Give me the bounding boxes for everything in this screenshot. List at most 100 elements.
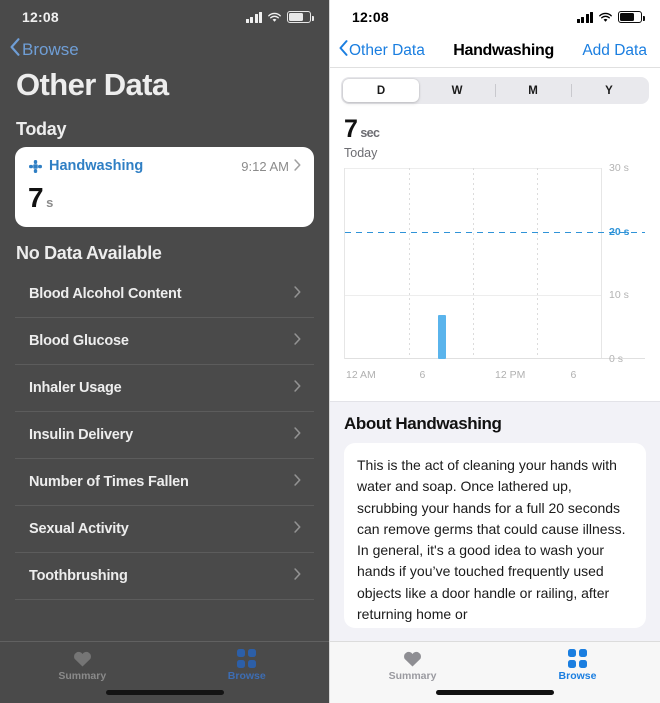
segment-day[interactable]: D [343, 79, 419, 102]
tab-summary-label: Summary [58, 670, 107, 682]
stat-value-number: 7 [344, 115, 358, 143]
chart-bar [438, 314, 447, 359]
card-meta: 9:12 AM [241, 159, 301, 174]
card-title: Handwashing [28, 158, 143, 174]
status-time: 12:08 [352, 9, 389, 25]
gridline-6am [409, 168, 410, 359]
x-tick-6pm: 6 [570, 369, 577, 381]
card-value: 7s [28, 182, 301, 214]
add-data-button[interactable]: Add Data [582, 42, 647, 60]
battery-icon [618, 11, 645, 23]
right-phone-screen: 12:08 Other Data Handwashing Add Data D [330, 0, 660, 703]
chevron-right-icon [294, 473, 301, 491]
stat-value: 7 sec [344, 115, 646, 144]
chevron-right-icon [294, 520, 301, 538]
status-time: 12:08 [22, 9, 59, 25]
grid-icon [237, 649, 257, 668]
tab-browse[interactable]: Browse [495, 649, 660, 682]
status-bar: 12:08 [330, 0, 660, 34]
list-item[interactable]: Blood Alcohol Content [15, 271, 314, 318]
chevron-right-icon [294, 567, 301, 585]
handwashing-summary-card[interactable]: Handwashing 9:12 AM 7s [15, 147, 314, 227]
list-item-label: Toothbrushing [29, 568, 128, 584]
tab-summary[interactable]: Summary [0, 649, 165, 682]
page-title: Handwashing [453, 41, 554, 59]
back-button-label: Browse [22, 39, 79, 59]
tab-browse[interactable]: Browse [165, 649, 330, 682]
cellular-signal-icon [576, 11, 593, 23]
card-title-label: Handwashing [49, 158, 144, 174]
about-card: This is the act of cleaning your hands w… [344, 443, 646, 628]
list-item-label: Blood Glucose [29, 333, 129, 349]
list-item[interactable]: Number of Times Fallen [15, 459, 314, 506]
tab-summary-label: Summary [388, 670, 437, 682]
page-title: Other Data [16, 67, 169, 102]
back-button-label: Other Data [349, 41, 425, 59]
list-item[interactable]: Blood Glucose [15, 318, 314, 365]
navigation-bar: Other Data Handwashing Add Data [330, 34, 660, 68]
chevron-left-icon [339, 40, 348, 61]
wifi-icon [598, 12, 613, 23]
wifi-icon [267, 12, 282, 23]
list-item-label: Insulin Delivery [29, 427, 133, 443]
chart-baseline [345, 358, 645, 359]
list-item-label: Blood Alcohol Content [29, 286, 182, 302]
chart-plot-area [344, 168, 645, 359]
gridline-6pm [537, 168, 538, 359]
chevron-right-icon [294, 379, 301, 397]
chevron-right-icon [294, 285, 301, 303]
list-item-label: Number of Times Fallen [29, 474, 189, 490]
card-top-row: Handwashing 9:12 AM [28, 158, 301, 174]
y-tick-10s: 10 s [609, 289, 629, 302]
goal-line-20s [345, 231, 645, 233]
about-body-text: This is the act of cleaning your hands w… [357, 457, 626, 622]
list-item-clipped[interactable] [15, 600, 314, 614]
list-item-label: Sexual Activity [29, 521, 129, 537]
heart-icon [72, 649, 93, 668]
back-bar: Browse [0, 34, 329, 61]
segment-week[interactable]: W [419, 79, 495, 102]
chevron-right-icon [294, 332, 301, 350]
chevron-right-icon [294, 426, 301, 444]
heart-icon [402, 649, 423, 668]
y-tick-0s: 0 s [609, 353, 624, 365]
list-item[interactable]: Inhaler Usage [15, 365, 314, 412]
status-icons [576, 11, 645, 23]
battery-icon [287, 11, 314, 23]
list-item[interactable]: Sexual Activity [15, 506, 314, 553]
x-tick-12pm: 12 PM [495, 369, 526, 381]
list-item-label: Inhaler Usage [29, 380, 122, 396]
y-tick-20s: 20 s [609, 225, 630, 238]
back-button-other-data[interactable]: Other Data [339, 40, 425, 61]
about-heading: About Handwashing [344, 414, 502, 433]
home-indicator [105, 690, 224, 695]
chevron-right-icon [294, 158, 301, 174]
x-tick-12am: 12 AM [346, 369, 376, 381]
y-tick-30s: 30 s [609, 162, 629, 174]
grid-icon [568, 649, 587, 668]
x-tick-6am: 6 [419, 369, 426, 381]
tab-browse-label: Browse [558, 670, 597, 682]
no-data-section-header: No Data Available [16, 243, 162, 263]
handwashing-icon [28, 159, 43, 174]
list-item[interactable]: Toothbrushing [15, 553, 314, 600]
tab-summary[interactable]: Summary [330, 649, 495, 682]
cellular-signal-icon [245, 11, 262, 23]
card-value-unit: s [46, 195, 53, 210]
list-item[interactable]: Insulin Delivery [15, 412, 314, 459]
home-indicator [436, 690, 554, 695]
time-range-segmented-control[interactable]: D W M Y [341, 77, 649, 104]
card-value-number: 7 [28, 182, 44, 213]
left-phone-screen: 12:08 Browse Other Data Today Handwashin… [0, 0, 330, 703]
segment-year[interactable]: Y [571, 79, 647, 102]
segment-month[interactable]: M [495, 79, 571, 102]
status-bar: 12:08 [0, 0, 329, 34]
tab-browse-label: Browse [227, 670, 266, 682]
gridline-12pm [473, 168, 474, 359]
segmented-control-wrap: D W M Y [330, 68, 660, 104]
back-button-browse[interactable]: Browse [10, 38, 79, 61]
dual-phone-screenshot: 12:08 Browse Other Data Today Handwashin… [0, 0, 660, 703]
no-data-list: Blood Alcohol Content Blood Glucose Inha… [15, 271, 314, 614]
stat-block: 7 sec Today [330, 104, 660, 160]
handwashing-chart[interactable]: 30 s 20 s 10 s 0 s 12 AM 6 12 PM 6 [344, 162, 646, 381]
